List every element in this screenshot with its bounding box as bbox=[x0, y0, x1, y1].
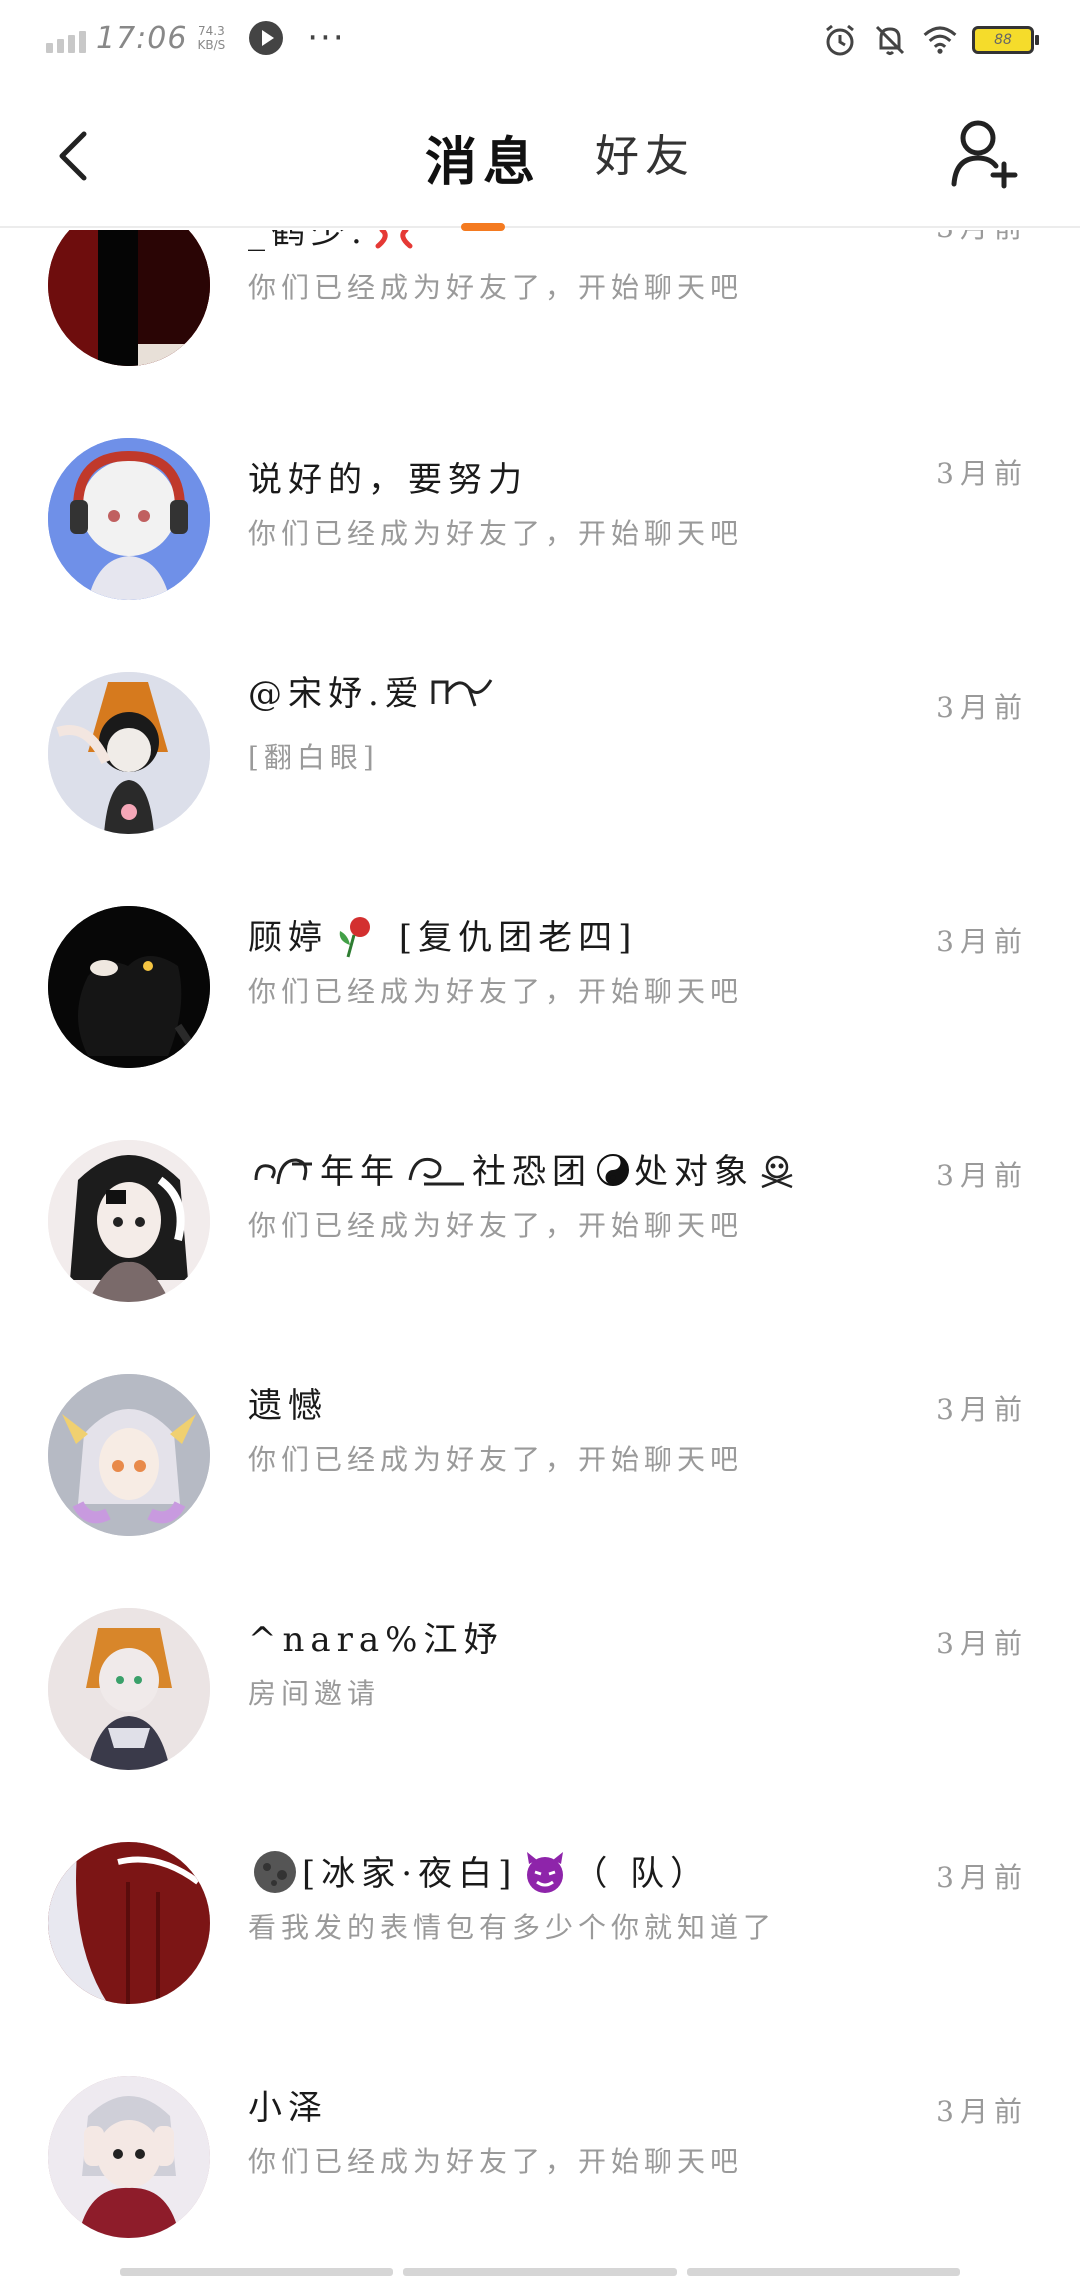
swirl-emoji-icon bbox=[404, 1150, 468, 1199]
conversation-name: [冰家·夜白] （ 队） bbox=[248, 1846, 710, 1905]
conversation-name: 遗憾 bbox=[248, 1386, 328, 1426]
net-speed-unit: KB/S bbox=[197, 38, 226, 52]
conversation-time: 3月前 bbox=[936, 1861, 1028, 1894]
bottom-tab-edge bbox=[120, 2268, 394, 2276]
add-friend-button[interactable] bbox=[950, 118, 1020, 190]
conversation-name: 小泽 bbox=[248, 2088, 328, 2128]
conversation-time: 3月前 bbox=[936, 691, 1028, 724]
conversation-time: 3月前 bbox=[936, 2095, 1028, 2128]
status-bar: 17:06 74.3 KB/S ··· 88 bbox=[0, 0, 1080, 90]
signal-icon bbox=[46, 23, 86, 53]
conversation-time: 3月前 bbox=[936, 1627, 1028, 1660]
add-user-icon bbox=[951, 120, 1018, 189]
battery-level: 88 bbox=[994, 32, 1012, 48]
anger-emoji-icon bbox=[372, 230, 416, 261]
conversation-row[interactable]: 年年 社恐团 处对象 你们已经成为好友了，开始聊天吧 3月前 bbox=[0, 1118, 1080, 1352]
status-time: 17:06 bbox=[96, 20, 188, 56]
conversation-row[interactable]: _鹤少. 你们已经成为好友了，开始聊天吧 3月前 bbox=[0, 230, 1080, 416]
conversation-time: 3月前 bbox=[936, 1159, 1028, 1192]
tab-friends[interactable]: 好友 bbox=[595, 120, 695, 213]
conversation-preview: [翻白眼] bbox=[248, 741, 379, 774]
yin-yang-icon bbox=[596, 1153, 630, 1196]
new-moon-face-icon bbox=[252, 1849, 298, 1904]
doodle-emoji-icon bbox=[429, 672, 499, 721]
conversation-name: ^nara%江妤 bbox=[248, 1620, 504, 1660]
top-nav-bar: 消息 好友 bbox=[0, 90, 1080, 231]
conversation-row[interactable]: 说好的，要努力 你们已经成为好友了，开始聊天吧 3月前 bbox=[0, 416, 1080, 650]
conversation-preview: 你们已经成为好友了，开始聊天吧 bbox=[248, 975, 744, 1008]
conversation-preview: 你们已经成为好友了，开始聊天吧 bbox=[248, 1209, 744, 1242]
conversation-name: 说好的，要努力 bbox=[248, 460, 528, 500]
conversation-row[interactable]: [冰家·夜白] （ 队） 看我发的表情包有多少个你就知道了 3月前 bbox=[0, 1820, 1080, 2054]
skull-crossbones-icon bbox=[758, 1151, 796, 1198]
battery-icon: 88 bbox=[972, 26, 1039, 54]
avatar[interactable] bbox=[48, 906, 210, 1068]
conversation-row[interactable]: ^nara%江妤 房间邀请 3月前 bbox=[0, 1586, 1080, 1820]
avatar[interactable] bbox=[48, 1374, 210, 1536]
tab-messages[interactable]: 消息 bbox=[424, 120, 541, 231]
devil-face-icon bbox=[521, 1848, 569, 1905]
bottom-tab-edge bbox=[403, 2268, 677, 2276]
bottom-tab-bar-edge bbox=[120, 2268, 960, 2276]
more-notifications-icon: ··· bbox=[307, 18, 346, 58]
avatar[interactable] bbox=[48, 438, 210, 600]
bell-off-icon bbox=[872, 22, 908, 58]
conversation-preview: 你们已经成为好友了，开始聊天吧 bbox=[248, 517, 744, 550]
tab-messages-label: 消息 bbox=[424, 132, 541, 193]
conversation-name: 年年 社恐团 处对象 bbox=[248, 1144, 800, 1199]
conversation-preview: 你们已经成为好友了，开始聊天吧 bbox=[248, 2145, 744, 2178]
avatar[interactable] bbox=[48, 1842, 210, 2004]
conversation-list: _鹤少. 你们已经成为好友了，开始聊天吧 3月前 说好的，要努力 你们已经成为好… bbox=[0, 230, 1080, 2270]
alarm-icon bbox=[822, 22, 858, 58]
rose-emoji-icon bbox=[332, 913, 378, 968]
conversation-preview: 你们已经成为好友了，开始聊天吧 bbox=[248, 271, 744, 304]
conversation-row[interactable]: @宋妤.爱 [翻白眼] 3月前 bbox=[0, 650, 1080, 884]
conversation-name: _鹤少. bbox=[248, 230, 420, 261]
avatar[interactable] bbox=[48, 1608, 210, 1770]
tab-bar: 消息 好友 bbox=[0, 120, 1080, 231]
conversation-name: @宋妤.爱 bbox=[248, 666, 503, 721]
play-icon bbox=[249, 21, 284, 55]
net-speed-value: 74.3 bbox=[197, 24, 225, 38]
conversation-row[interactable]: 遗憾 你们已经成为好友了，开始聊天吧 3月前 bbox=[0, 1352, 1080, 1586]
conversation-time: 3月前 bbox=[936, 230, 1028, 246]
conversation-preview: 你们已经成为好友了，开始聊天吧 bbox=[248, 1443, 744, 1476]
bottom-tab-edge bbox=[686, 2268, 960, 2276]
conversation-time: 3月前 bbox=[936, 1393, 1028, 1426]
avatar[interactable] bbox=[48, 672, 210, 834]
conversation-name: 顾婷 [复仇团老四] bbox=[248, 910, 637, 968]
conversation-time: 3月前 bbox=[936, 457, 1028, 490]
tab-friends-label: 好友 bbox=[595, 131, 695, 182]
conversation-time: 3月前 bbox=[936, 925, 1028, 958]
avatar[interactable] bbox=[48, 2076, 210, 2238]
avatar[interactable] bbox=[48, 1140, 210, 1302]
conversation-row[interactable]: 小泽 你们已经成为好友了，开始聊天吧 3月前 bbox=[0, 2054, 1080, 2270]
net-speed: 74.3 KB/S bbox=[197, 24, 225, 52]
wifi-icon bbox=[922, 22, 958, 58]
avatar[interactable] bbox=[48, 230, 210, 366]
conversation-row[interactable]: 顾婷 [复仇团老四] 你们已经成为好友了，开始聊天吧 3月前 bbox=[0, 884, 1080, 1118]
swirl-emoji-icon bbox=[252, 1150, 316, 1199]
conversation-preview: 看我发的表情包有多少个你就知道了 bbox=[248, 1911, 777, 1944]
conversation-preview: 房间邀请 bbox=[248, 1677, 381, 1710]
